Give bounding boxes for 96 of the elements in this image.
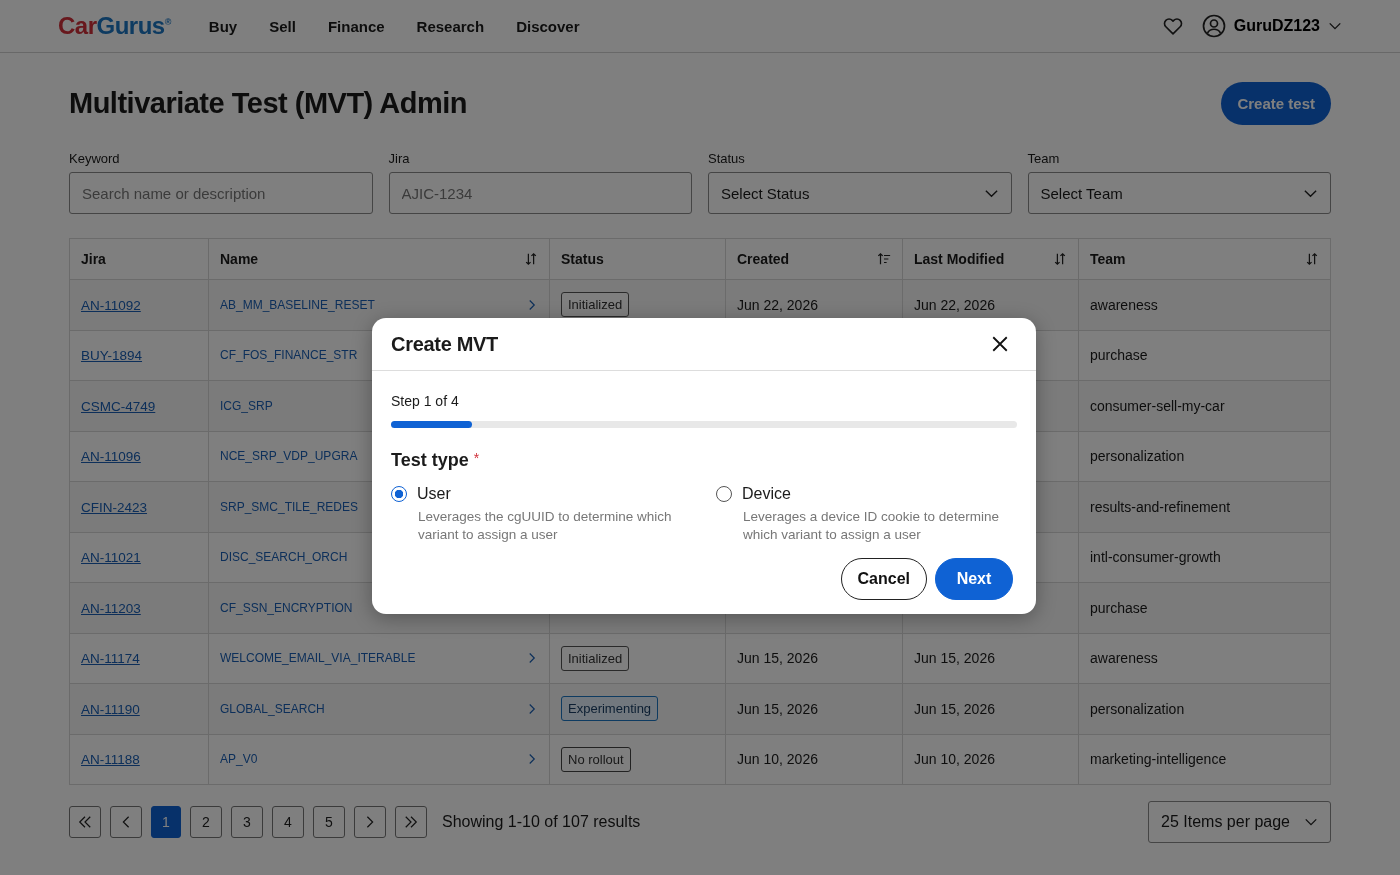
- field-label: Status: [708, 151, 746, 166]
- column-header[interactable]: Jira: [69, 238, 209, 280]
- nav-link[interactable]: Buy: [208, 17, 238, 35]
- status-badge: No rollout: [561, 746, 631, 772]
- option-label[interactable]: User: [417, 485, 451, 503]
- section-heading: Test type: [391, 450, 469, 471]
- table-cell: personalization: [1090, 700, 1185, 717]
- table-cell: Jun 22, 2026: [914, 296, 995, 313]
- field-label: Jira: [388, 151, 411, 166]
- nav-link[interactable]: Finance: [327, 17, 385, 35]
- table-cell: purchase: [1090, 347, 1148, 364]
- sort-icon[interactable]: [1053, 252, 1067, 266]
- column-header[interactable]: Team: [1078, 238, 1331, 280]
- field-label: Team: [1027, 151, 1061, 166]
- table-cell: awareness: [1090, 650, 1158, 667]
- table-cell: Jun 15, 2026: [914, 650, 995, 667]
- page-button[interactable]: 3: [231, 806, 263, 838]
- test-name-link[interactable]: ICG_SRP: [220, 398, 273, 413]
- field-label: Keyword: [69, 151, 121, 166]
- required-mark: *: [473, 450, 480, 466]
- table-cell: Jun 15, 2026: [737, 700, 818, 717]
- table-cell: Jun 15, 2026: [914, 700, 995, 717]
- status-badge: Initialized: [561, 292, 630, 318]
- select-field[interactable]: Select Status: [708, 172, 1012, 214]
- column-header[interactable]: Created: [725, 238, 903, 280]
- option-description: Leverages the cgUUID to determine which variant to assign a user: [418, 508, 673, 544]
- nav-link[interactable]: Sell: [269, 17, 296, 35]
- table-cell: purchase: [1090, 599, 1148, 616]
- table-cell: personalization: [1090, 448, 1185, 465]
- nav-link[interactable]: Research: [416, 17, 485, 35]
- sort-icon[interactable]: [1305, 252, 1319, 266]
- next-page-button[interactable]: [354, 806, 386, 838]
- option-description: Leverages a device ID cookie to determine which variant to assign a user: [743, 508, 1000, 544]
- table-cell: Jun 10, 2026: [737, 751, 818, 768]
- jira-link[interactable]: AN-11021: [81, 550, 141, 566]
- test-name-link[interactable]: SRP_SMC_TILE_REDES: [220, 499, 359, 514]
- jira-link[interactable]: BUY-1894: [81, 348, 143, 364]
- page-button[interactable]: 5: [313, 806, 345, 838]
- page-button[interactable]: 4: [272, 806, 304, 838]
- last-page-button[interactable]: [395, 806, 427, 838]
- test-name-link[interactable]: NCE_SRP_VDP_UPGRA: [220, 449, 358, 464]
- page-title: Multivariate Test (MVT) Admin: [69, 86, 467, 120]
- table-cell: consumer-sell-my-car: [1090, 397, 1225, 414]
- jira-link[interactable]: AN-11174: [81, 651, 140, 667]
- jira-link[interactable]: CSMC-4749: [81, 398, 156, 414]
- input-field[interactable]: Search name or description: [69, 172, 373, 214]
- input-field[interactable]: AJIC-1234: [388, 172, 692, 214]
- status-badge: Experimenting: [561, 696, 659, 722]
- nav-link[interactable]: Discover: [516, 17, 580, 35]
- column-header[interactable]: Last Modified: [902, 238, 1079, 280]
- table-cell: awareness: [1090, 296, 1158, 313]
- user-menu[interactable]: GuruDZ123: [1201, 14, 1342, 38]
- select-field[interactable]: Select Team: [1027, 172, 1331, 214]
- logo[interactable]: CarGurus$^{®}$: [58, 12, 171, 40]
- sort-ascending-icon[interactable]: [877, 252, 891, 266]
- jira-link[interactable]: CFIN-2423: [81, 499, 148, 515]
- table-cell: intl-consumer-growth: [1090, 549, 1221, 566]
- jira-link[interactable]: AN-11190: [81, 701, 140, 717]
- user-icon: [1201, 14, 1226, 38]
- radio-button[interactable]: [391, 486, 407, 502]
- step-label: Step 1 of 4: [391, 393, 460, 409]
- test-name-link[interactable]: CF_SSN_ENCRYPTION: [220, 600, 353, 615]
- close-icon[interactable]: [991, 335, 1009, 353]
- column-header[interactable]: Name: [208, 238, 550, 280]
- table-cell: results-and-refinement: [1090, 498, 1231, 515]
- double-chevron-right-icon: [404, 815, 418, 829]
- option-label[interactable]: Device: [742, 485, 791, 503]
- table-cell: Jun 15, 2026: [737, 650, 818, 667]
- modal-title: Create MVT: [391, 332, 499, 356]
- double-chevron-left-icon: [78, 815, 92, 829]
- sort-icon[interactable]: [524, 252, 538, 266]
- cancel-button[interactable]: Cancel: [840, 558, 927, 600]
- next-button[interactable]: Next: [935, 558, 1013, 600]
- jira-link[interactable]: AN-11188: [81, 752, 140, 768]
- page-button[interactable]: 1: [151, 806, 181, 838]
- status-badge: Initialized: [561, 645, 630, 671]
- table-cell: Jun 10, 2026: [914, 751, 995, 768]
- test-name-link[interactable]: CF_FOS_FINANCE_STR: [220, 348, 358, 363]
- table-cell: Jun 22, 2026: [737, 296, 818, 313]
- create-test-button[interactable]: Create test: [1221, 81, 1331, 125]
- page-button[interactable]: 2: [190, 806, 222, 838]
- table-cell: marketing-intelligence: [1090, 751, 1227, 768]
- column-header[interactable]: Status: [549, 238, 726, 280]
- items-per-page-select[interactable]: 25 Items per page: [1148, 801, 1331, 843]
- jira-link[interactable]: AN-11096: [81, 449, 141, 465]
- test-name-link[interactable]: AP_V0: [220, 752, 258, 767]
- test-name-link[interactable]: AB_MM_BASELINE_RESET: [220, 297, 375, 312]
- jira-link[interactable]: AN-11092: [81, 297, 141, 313]
- test-name-link[interactable]: DISC_SEARCH_ORCH: [220, 550, 348, 565]
- jira-link[interactable]: AN-11203: [81, 600, 141, 616]
- previous-page-button[interactable]: [110, 806, 142, 838]
- test-name-link[interactable]: GLOBAL_SEARCH: [220, 701, 325, 716]
- results-summary: Showing 1-10 of 107 results: [442, 813, 641, 831]
- heart-icon[interactable]: [1161, 15, 1184, 37]
- first-page-button[interactable]: [69, 806, 101, 838]
- test-name-link[interactable]: WELCOME_EMAIL_VIA_ITERABLE: [220, 651, 416, 666]
